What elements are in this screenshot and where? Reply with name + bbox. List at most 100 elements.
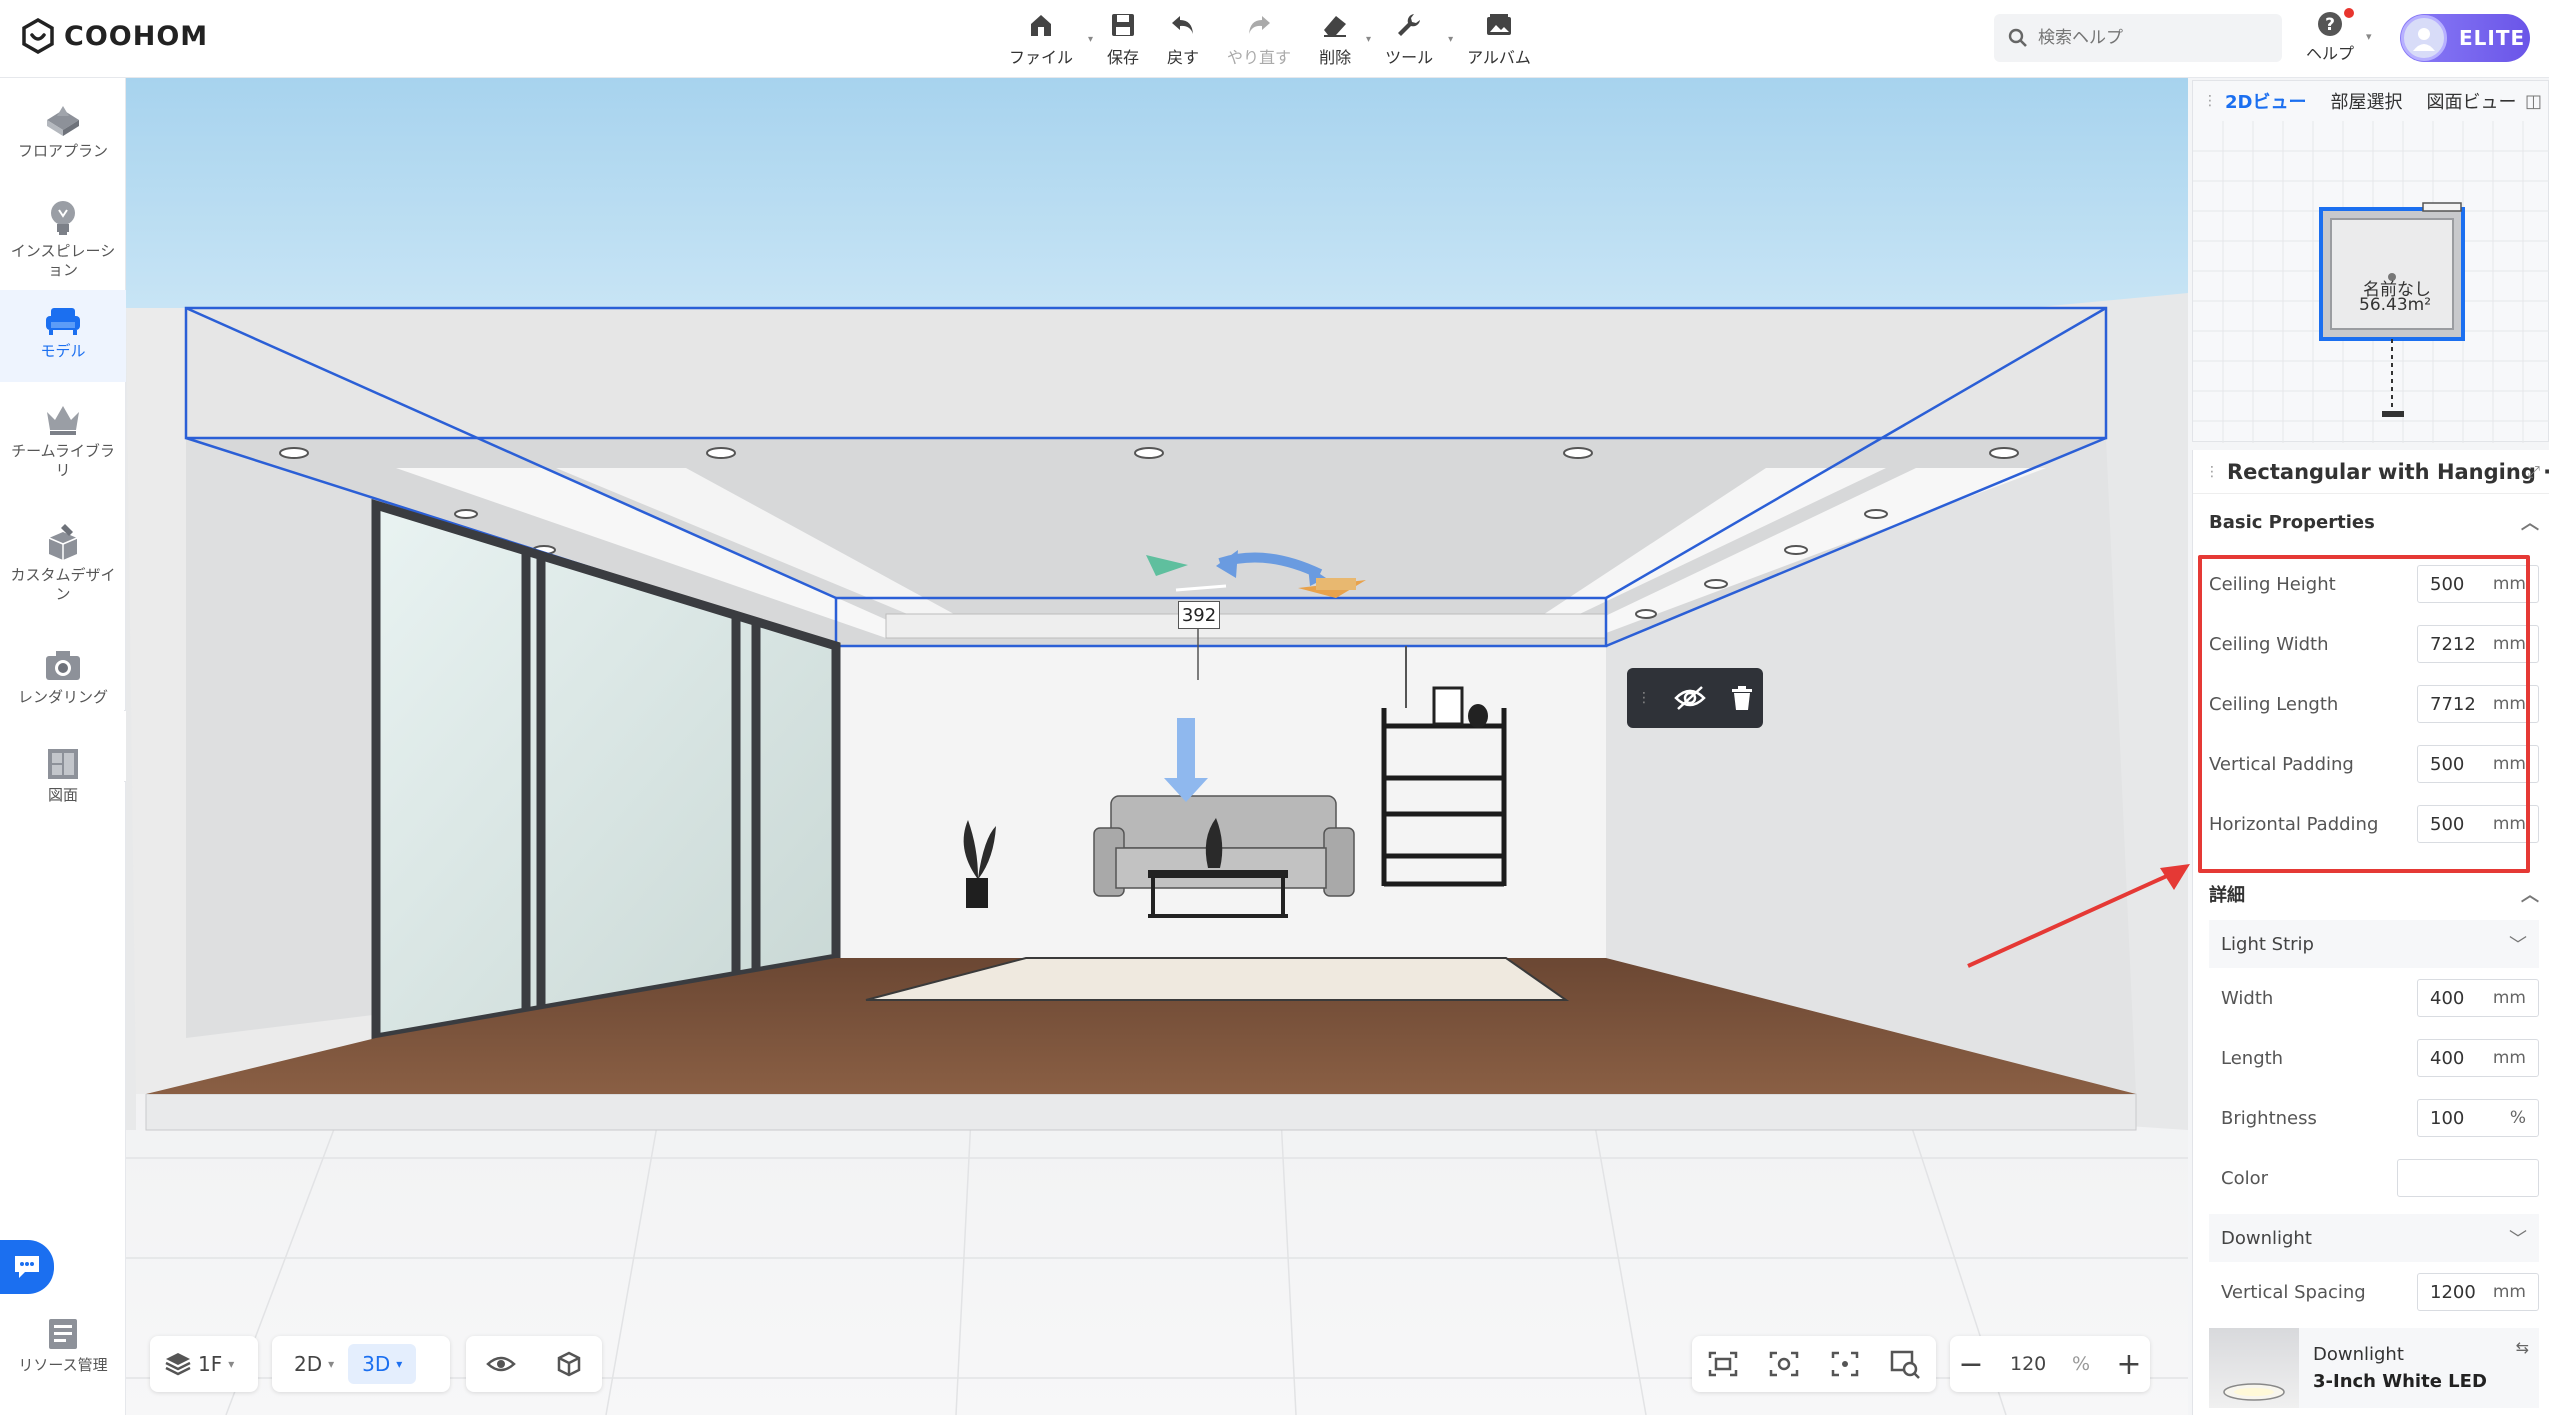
top-bar: COOHOM ファイル ▾ 保存 戻す やり直す 削除 ▾ ツール ▾ アルバム… bbox=[0, 0, 2549, 78]
redo-icon bbox=[1249, 16, 1271, 34]
brightness-value: 100 bbox=[2430, 1107, 2465, 1129]
brightness-label: Brightness bbox=[2221, 1107, 2317, 1129]
sidebar-item-model[interactable]: モデル bbox=[0, 290, 126, 382]
zoom-out-icon[interactable]: − bbox=[1958, 1347, 1984, 1382]
light-strip-title: Light Strip bbox=[2221, 933, 2314, 955]
wrench-icon bbox=[1398, 14, 1421, 36]
zoom-controls-group: − 120 % + bbox=[1950, 1336, 2150, 1392]
search-box[interactable] bbox=[1994, 14, 2282, 62]
minimap-panel: ⋮ 2Dビュー 部屋選択 図面ビュー ◫ 名前なし 56.43m² bbox=[2192, 80, 2549, 443]
notification-dot bbox=[2344, 8, 2355, 18]
view-2d-label: 2D bbox=[294, 1352, 323, 1376]
basic-properties-header[interactable]: Basic Properties ︿ bbox=[2209, 502, 2539, 542]
zoom-level-input[interactable]: 120 % bbox=[1998, 1344, 2102, 1384]
camera-settings-icon[interactable] bbox=[1768, 1350, 1800, 1378]
expand-icon[interactable]: ⤢ bbox=[2527, 462, 2540, 482]
sidebar-item-rendering[interactable]: レンダリング bbox=[0, 640, 126, 732]
details-header[interactable]: 詳細 ︿ bbox=[2209, 874, 2539, 914]
sidebar-item-team-library[interactable]: チームライブラリ bbox=[0, 394, 126, 504]
collapse-panel-icon[interactable]: ◫ bbox=[2525, 91, 2542, 112]
downlight-header[interactable]: Downlight ﹀ bbox=[2209, 1214, 2539, 1262]
downlight-thumbnail bbox=[2209, 1328, 2299, 1408]
brightness-input[interactable]: 100% bbox=[2417, 1099, 2539, 1137]
vertical-spacing-value: 1200 bbox=[2430, 1281, 2476, 1303]
sidebar-item-drawing[interactable]: 図面 bbox=[0, 738, 126, 830]
visibility-eye-icon[interactable] bbox=[485, 1353, 516, 1375]
sofa-model[interactable] bbox=[1093, 795, 1355, 897]
drag-handle-icon[interactable]: ⋮ bbox=[2203, 93, 2217, 109]
help-label: ヘルプ bbox=[2306, 44, 2355, 63]
color-picker[interactable] bbox=[2397, 1159, 2539, 1197]
user-avatar-icon bbox=[2413, 28, 2435, 51]
strip-width-row: Width 400 mm bbox=[2209, 978, 2539, 1018]
strip-length-row: Length 400 mm bbox=[2209, 1038, 2539, 1078]
tab-drawing-view[interactable]: 図面ビュー bbox=[2426, 88, 2516, 114]
downlight-product-card[interactable]: Downlight 3-Inch White LED ⇆ bbox=[2209, 1328, 2539, 1408]
chevron-up-icon: ︿ bbox=[2521, 885, 2539, 906]
tab-room-select[interactable]: 部屋選択 bbox=[2330, 88, 2402, 114]
vertical-spacing-row: Vertical Spacing 1200 mm bbox=[2209, 1272, 2539, 1312]
file-menu-button[interactable]: ファイル ▾ bbox=[995, 8, 1093, 70]
sidebar-item-custom-design[interactable]: カスタムデザイン bbox=[0, 514, 126, 632]
floor-label: 1F bbox=[198, 1352, 223, 1376]
drag-handle-icon[interactable]: ⋮ bbox=[2205, 464, 2219, 480]
sidebar-item-resource-manager[interactable]: リソース管理 bbox=[0, 1310, 126, 1402]
view-3d-label: 3D bbox=[362, 1352, 391, 1376]
drag-handle-icon[interactable]: ⋮ bbox=[1637, 690, 1651, 706]
properties-title-bar: ⋮ Rectangular with Hanging ··· ⤢ bbox=[2193, 450, 2549, 494]
replace-model-icon[interactable]: ⇆ bbox=[2516, 1338, 2529, 1357]
brand-logo[interactable]: COOHOM bbox=[22, 18, 208, 54]
object-title: Rectangular with Hanging ··· bbox=[2227, 459, 2549, 484]
save-button[interactable]: 保存 bbox=[1093, 8, 1153, 70]
trash-icon[interactable] bbox=[1729, 684, 1755, 712]
sidebar-item-floorplan[interactable]: フロアプラン bbox=[0, 90, 126, 190]
room-3d-scene[interactable] bbox=[126, 78, 2188, 1415]
album-label: アルバム bbox=[1467, 48, 1531, 67]
strip-width-input[interactable]: 400 mm bbox=[2417, 979, 2539, 1017]
zoom-in-icon[interactable]: + bbox=[2116, 1347, 2142, 1382]
custom-design-icon bbox=[48, 524, 78, 560]
account-elite-badge[interactable]: ELITE bbox=[2400, 14, 2530, 62]
tools-menu-button[interactable]: ツール ▾ bbox=[1371, 8, 1453, 70]
hide-eye-icon[interactable] bbox=[1673, 684, 1707, 712]
undo-icon bbox=[1172, 16, 1194, 34]
annotation-highlight-box bbox=[2198, 555, 2530, 873]
vertical-spacing-input[interactable]: 1200 mm bbox=[2417, 1273, 2539, 1311]
floor-selector[interactable]: 1F ▾ bbox=[150, 1344, 248, 1384]
undo-button[interactable]: 戻す bbox=[1153, 8, 1213, 70]
zoom-preview-icon[interactable] bbox=[1889, 1349, 1921, 1379]
chat-bubble-icon bbox=[15, 1256, 39, 1278]
search-input[interactable] bbox=[2038, 28, 2258, 48]
sidebar-item-inspiration[interactable]: インスピレーション bbox=[0, 188, 126, 298]
focus-icon[interactable] bbox=[1830, 1350, 1860, 1378]
album-button[interactable]: アルバム bbox=[1453, 8, 1545, 70]
elite-label: ELITE bbox=[2459, 26, 2526, 50]
crown-icon bbox=[47, 406, 79, 435]
downlight-fixture-icon bbox=[2223, 1383, 2285, 1401]
3d-viewport[interactable]: 392 ⋮ bbox=[126, 78, 2188, 1415]
chat-support-button[interactable] bbox=[0, 1240, 54, 1294]
eraser-icon bbox=[1324, 16, 1347, 37]
fit-view-icon[interactable] bbox=[1707, 1350, 1739, 1378]
brightness-row: Brightness 100% bbox=[2209, 1098, 2539, 1138]
tab-2d-view[interactable]: 2Dビュー bbox=[2225, 88, 2306, 114]
minimap-room-area: 56.43m² bbox=[2359, 295, 2432, 315]
chevron-up-icon: ︿ bbox=[2521, 513, 2539, 534]
dimension-label[interactable]: 392 bbox=[1178, 601, 1220, 629]
delete-menu-button[interactable]: 削除 ▾ bbox=[1305, 8, 1371, 70]
strip-length-input[interactable]: 400 mm bbox=[2417, 1039, 2539, 1077]
app-root: COOHOM ファイル ▾ 保存 戻す やり直す 削除 ▾ ツール ▾ アルバム… bbox=[0, 0, 2549, 1415]
cube-view-icon[interactable] bbox=[555, 1350, 583, 1378]
help-caret-icon[interactable]: ▾ bbox=[2366, 30, 2372, 43]
camera-controls-group bbox=[1692, 1336, 1936, 1392]
view-3d-button[interactable]: 3D ▾ bbox=[348, 1344, 417, 1384]
light-strip-header[interactable]: Light Strip ﹀ bbox=[2209, 920, 2539, 968]
avatar[interactable] bbox=[2401, 15, 2447, 61]
svg-text:?: ? bbox=[2325, 15, 2335, 35]
resource-manager-icon bbox=[49, 1319, 77, 1349]
redo-button[interactable]: やり直す bbox=[1213, 8, 1305, 70]
sidebar-item-label: チームライブラリ bbox=[11, 442, 115, 479]
view-2d-button[interactable]: 2D ▾ bbox=[280, 1344, 348, 1384]
help-button[interactable]: ? ヘルプ bbox=[2306, 8, 2355, 64]
ceiling-face bbox=[186, 308, 2106, 438]
